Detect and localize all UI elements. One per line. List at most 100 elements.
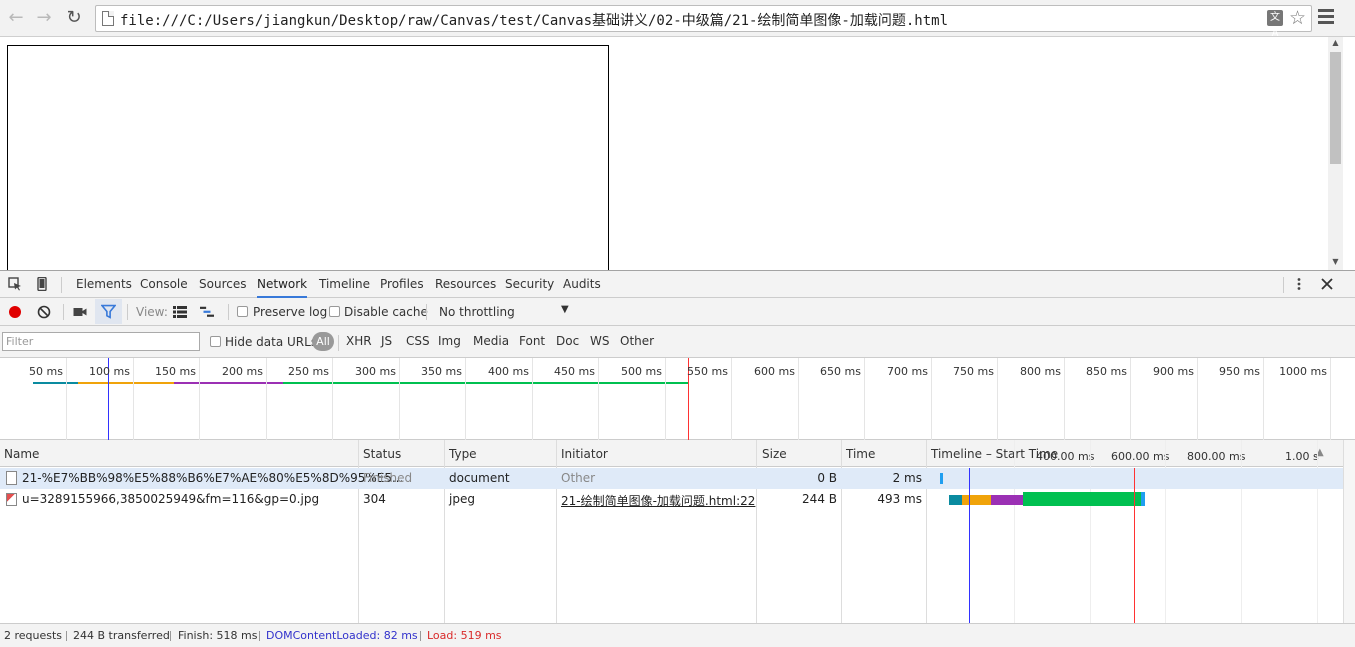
timeline-tick: 1.00 s [1285, 450, 1319, 463]
preserve-log-checkbox[interactable] [237, 306, 248, 317]
header-status[interactable]: Status [363, 447, 401, 461]
inspect-element-icon[interactable] [8, 277, 22, 291]
row-size: 244 B [802, 492, 837, 506]
row-initiator-link[interactable]: 21-绘制简单图像-加载问题.html:22 [561, 492, 755, 509]
view-label: View: [136, 305, 168, 319]
close-icon[interactable] [1320, 277, 1334, 291]
hide-data-urls-checkbox[interactable] [210, 336, 221, 347]
filter-input[interactable]: Filter [2, 332, 200, 351]
row-name[interactable]: u=3289155966,3850025949&fm=116&gp=0.jpg [22, 492, 319, 506]
filter-media[interactable]: Media [473, 334, 509, 348]
overview-tick-label: 800 ms [1020, 365, 1061, 378]
row-status: Finished [363, 471, 413, 485]
table-scrollbar[interactable] [1343, 440, 1355, 623]
waterfall-waiting[interactable] [1023, 492, 1141, 506]
tab-audits[interactable]: Audits [563, 271, 601, 298]
scroll-down-icon[interactable]: ▼ [1330, 257, 1341, 266]
separator [259, 631, 260, 641]
filter-css[interactable]: CSS [406, 334, 430, 348]
overview-gridline [598, 358, 599, 440]
throttling-select[interactable]: No throttling [439, 305, 515, 319]
page-scrollbar[interactable]: ▲ ▼ [1328, 37, 1343, 270]
table-row[interactable]: u=3289155966,3850025949&fm=116&gp=0.jpg … [0, 489, 1343, 510]
header-size[interactable]: Size [762, 447, 787, 461]
tab-security[interactable]: Security [505, 271, 554, 298]
separator [61, 277, 62, 293]
record-icon[interactable] [8, 305, 22, 319]
waterfall-bar[interactable] [940, 473, 943, 484]
more-options-icon[interactable] [1292, 277, 1306, 291]
header-time[interactable]: Time [846, 447, 875, 461]
header-type[interactable]: Type [449, 447, 477, 461]
tab-resources[interactable]: Resources [435, 271, 496, 298]
url-text[interactable]: file:///C:/Users/jiangkun/Desktop/raw/Ca… [120, 10, 948, 30]
tab-elements[interactable]: Elements [76, 271, 132, 298]
clear-icon[interactable] [37, 305, 51, 319]
preserve-log-label[interactable]: Preserve log [253, 305, 327, 319]
devtools-tabbar: Elements Console Sources Network Timelin… [0, 271, 1355, 298]
separator [66, 631, 67, 641]
tab-sources[interactable]: Sources [199, 271, 246, 298]
hide-data-urls-label[interactable]: Hide data URLs [225, 335, 317, 349]
overview-gridline [1064, 358, 1065, 440]
filter-toggle-button[interactable] [95, 299, 122, 324]
star-icon[interactable]: ☆ [1289, 7, 1306, 29]
large-rows-icon[interactable] [173, 305, 187, 319]
reload-icon[interactable]: ↻ [64, 8, 84, 28]
overview-gridline [133, 358, 134, 440]
waterfall-connect[interactable] [991, 495, 1023, 505]
address-bar[interactable]: file:///C:/Users/jiangkun/Desktop/raw/Ca… [95, 5, 1312, 39]
disable-cache-checkbox[interactable] [329, 306, 340, 317]
tab-console[interactable]: Console [140, 271, 188, 298]
header-initiator[interactable]: Initiator [561, 447, 608, 461]
overview-tick-label: 50 ms [29, 365, 63, 378]
network-filterbar: Filter Hide data URLs All XHR JS CSS Img… [0, 326, 1355, 358]
chevron-down-icon[interactable]: ▼ [561, 304, 569, 315]
filter-js[interactable]: JS [381, 334, 392, 348]
overview-tick-label: 750 ms [953, 365, 994, 378]
tab-network[interactable]: Network [257, 271, 308, 298]
table-row[interactable]: 21-%E7%BB%98%E5%88%B6%E7%AE%80%E5%8D%95%… [0, 468, 1343, 489]
row-size: 0 B [817, 471, 837, 485]
waterfall-overview-icon[interactable] [200, 305, 214, 319]
tab-profiles[interactable]: Profiles [380, 271, 424, 298]
network-summary-bar: 2 requests 244 B transferred Finish: 518… [0, 623, 1355, 647]
filter-other[interactable]: Other [620, 334, 654, 348]
back-arrow-icon[interactable]: ← [6, 8, 26, 28]
summary-finish: Finish: 518 ms [178, 629, 258, 642]
filter-xhr[interactable]: XHR [346, 334, 372, 348]
overview-gridline [266, 358, 267, 440]
summary-requests: 2 requests [4, 629, 63, 642]
devtools-panel: Elements Console Sources Network Timelin… [0, 270, 1355, 647]
load-event-line [1134, 468, 1135, 623]
translate-icon[interactable]: 文A [1267, 10, 1283, 39]
header-name[interactable]: Name [4, 447, 39, 461]
hamburger-menu-icon[interactable] [1318, 9, 1334, 25]
disable-cache-label[interactable]: Disable cache [344, 305, 428, 319]
scroll-thumb[interactable] [1330, 52, 1341, 164]
filter-font[interactable]: Font [519, 334, 545, 348]
row-type: jpeg [449, 492, 475, 506]
waterfall-stalled[interactable] [949, 495, 962, 505]
tab-timeline[interactable]: Timeline [319, 271, 370, 298]
image-file-icon [6, 493, 17, 506]
forward-arrow-icon[interactable]: → [34, 8, 54, 28]
overview-tick-label: 550 ms [687, 365, 728, 378]
filter-ws[interactable]: WS [590, 334, 609, 348]
row-name[interactable]: 21-%E7%BB%98%E5%88%B6%E7%AE%80%E5%8D%95%… [22, 471, 403, 485]
row-time: 493 ms [877, 492, 922, 506]
filter-img[interactable]: Img [438, 334, 461, 348]
capture-screenshots-icon[interactable] [73, 305, 87, 319]
overview-gridline [731, 358, 732, 440]
overview-tick-label: 600 ms [754, 365, 795, 378]
device-mode-icon[interactable] [35, 277, 49, 291]
network-overview[interactable]: 50 ms 100 ms 150 ms 200 ms 250 ms 300 ms 350 m… [0, 358, 1355, 440]
filter-doc[interactable]: Doc [556, 334, 579, 348]
filter-all-button[interactable]: All [312, 332, 334, 351]
scroll-up-icon[interactable]: ▲ [1330, 38, 1341, 47]
waterfall-dns[interactable] [962, 495, 991, 505]
waterfall-receiving[interactable] [1141, 492, 1145, 506]
overview-gridline [1197, 358, 1198, 440]
timeline-tick: 400.00 ms [1036, 450, 1095, 463]
overview-tick-label: 450 ms [554, 365, 595, 378]
